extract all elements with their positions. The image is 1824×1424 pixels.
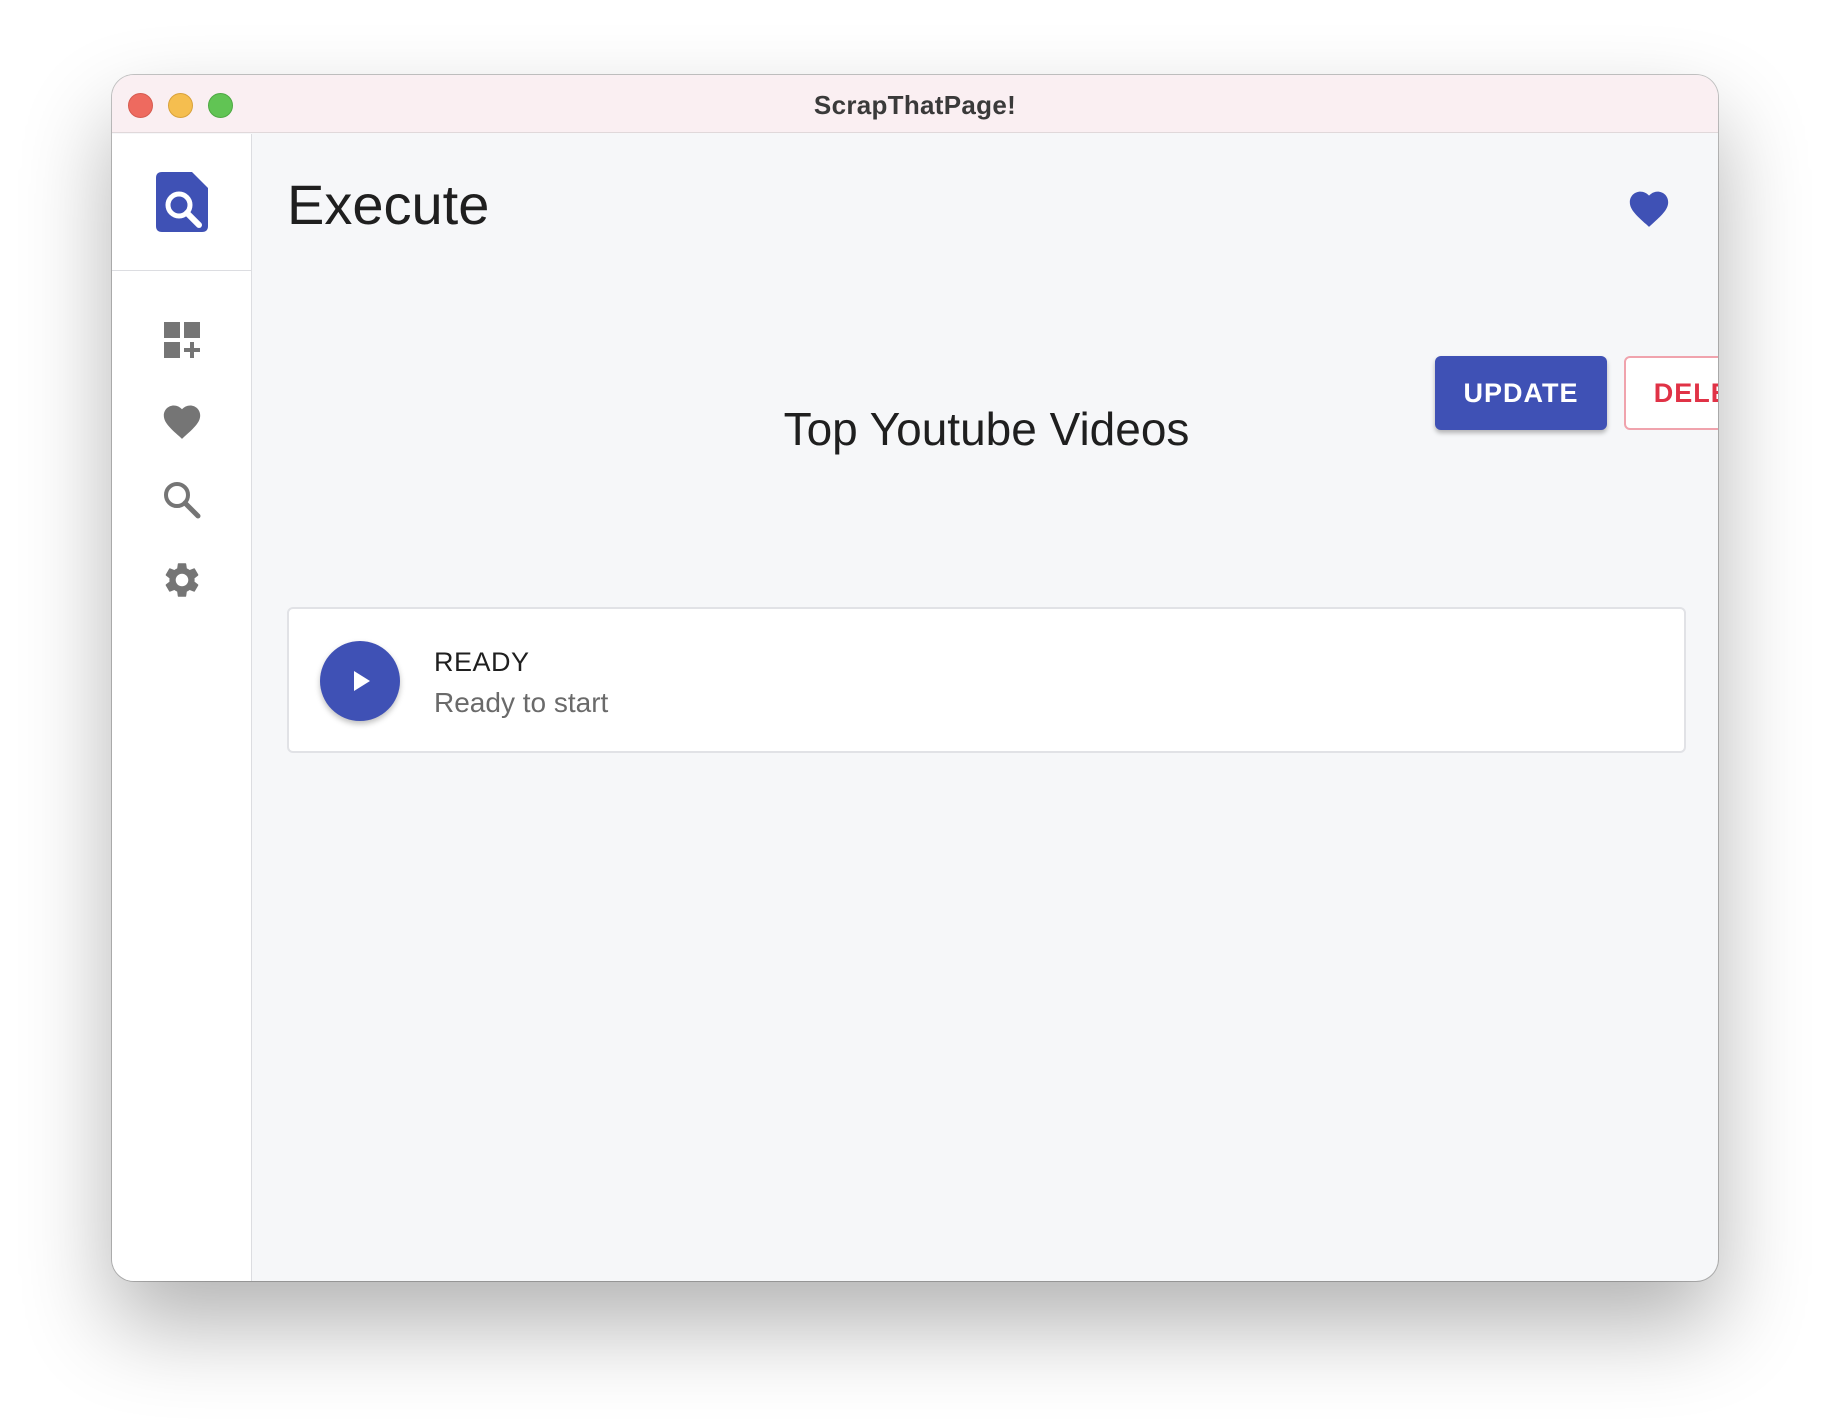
app-window: ScrapThatPage! Execute UPDATE DEL Top Yo… xyxy=(112,75,1718,1281)
page-title: Execute xyxy=(287,173,490,236)
favorite-button[interactable] xyxy=(1626,184,1672,230)
search-icon xyxy=(164,482,201,519)
app-logo[interactable] xyxy=(112,134,251,271)
status-description: Ready to start xyxy=(434,687,609,718)
play-icon xyxy=(354,671,370,691)
title-bar[interactable]: ScrapThatPage! xyxy=(112,75,1718,133)
dashboard-add-icon xyxy=(164,322,200,358)
status-label: READY xyxy=(434,647,530,677)
sidebar-item-favorites[interactable] xyxy=(154,392,210,448)
search-document-icon xyxy=(155,172,208,232)
play-button[interactable] xyxy=(320,641,400,721)
heart-icon xyxy=(1629,191,1669,227)
heart-icon xyxy=(163,405,201,439)
sidebar-item-dashboard-add[interactable] xyxy=(154,312,210,368)
main-content: Execute UPDATE DELETE Top Youtube Videos… xyxy=(253,134,1718,1281)
gear-icon xyxy=(165,563,199,597)
execution-status-card: READY Ready to start xyxy=(287,607,1686,753)
window-title: ScrapThatPage! xyxy=(813,90,1017,120)
sidebar-item-search[interactable] xyxy=(154,472,210,528)
sidebar-item-settings[interactable] xyxy=(154,552,210,608)
sidebar xyxy=(112,134,252,1281)
scraper-title: Top Youtube Videos xyxy=(783,403,1190,455)
